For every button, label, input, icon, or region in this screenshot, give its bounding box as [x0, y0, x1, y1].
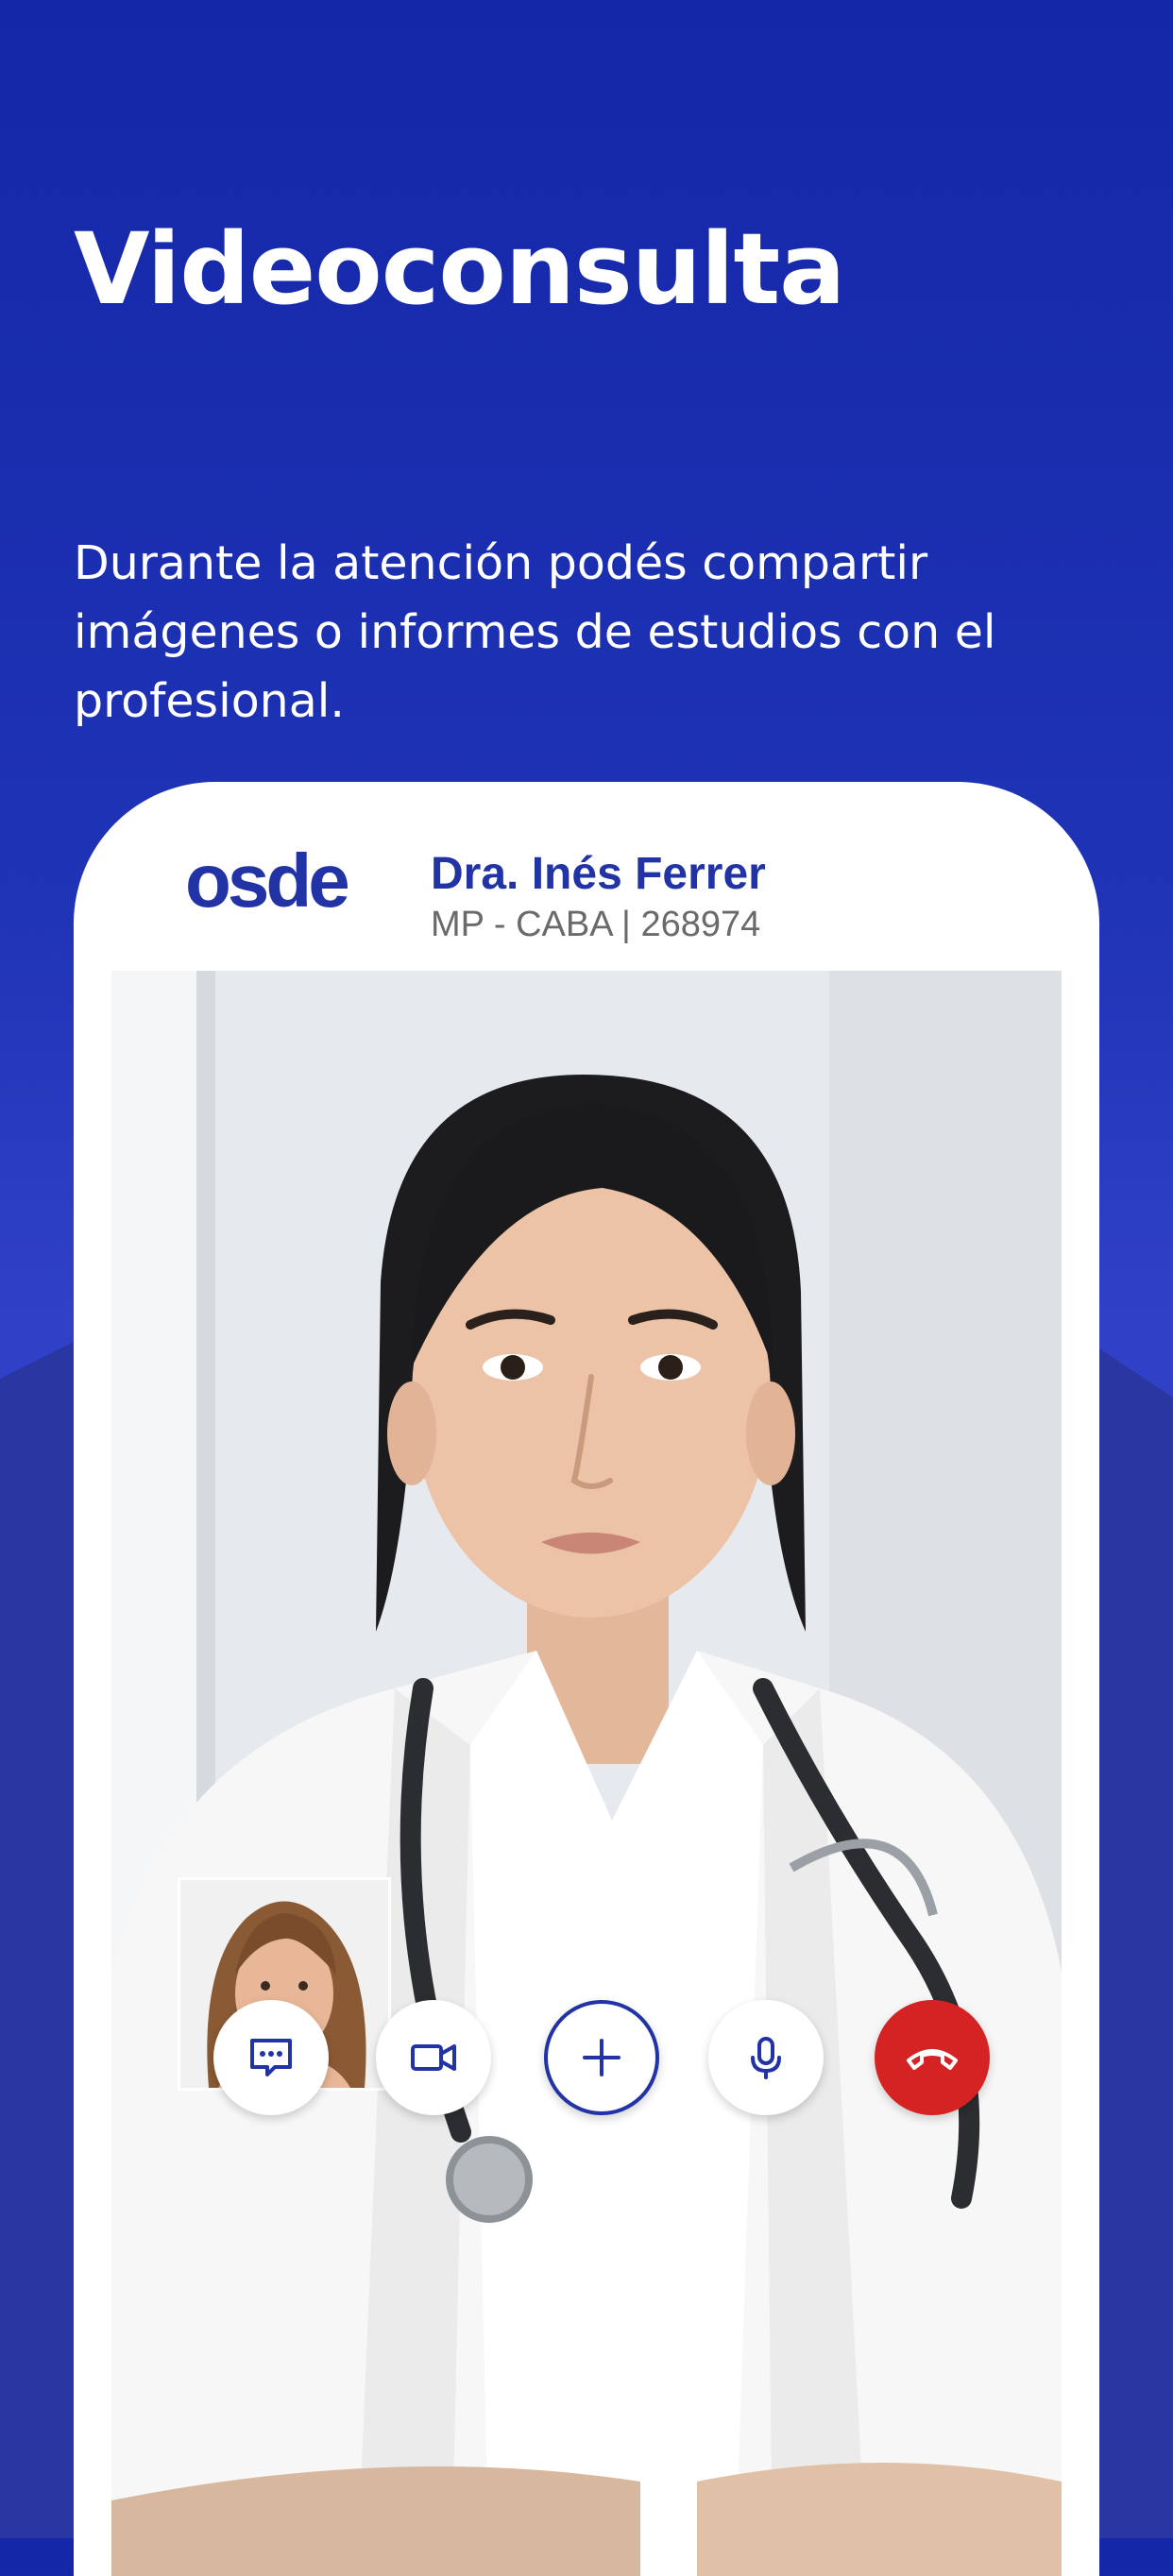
phone-mockup: osde Dra. Inés Ferrer MP - CABA | 268974	[74, 782, 1099, 2576]
page-title: Videoconsulta	[74, 212, 845, 327]
hang-up-button[interactable]	[875, 2000, 990, 2115]
camera-button[interactable]	[376, 2000, 491, 2115]
phone-hangup-icon	[907, 2049, 958, 2070]
page-description: Durante la atención podés compartir imág…	[74, 536, 996, 728]
chat-icon	[250, 2039, 292, 2076]
microphone-icon	[751, 2037, 781, 2079]
microphone-button[interactable]	[708, 2000, 824, 2115]
add-button[interactable]	[544, 2000, 659, 2115]
doctor-name: Dra. Inés Ferrer	[431, 849, 766, 899]
chat-button[interactable]	[213, 2000, 329, 2115]
video-camera-icon	[411, 2044, 456, 2071]
remote-video-feed	[111, 971, 1062, 2576]
plus-icon	[583, 2039, 620, 2076]
osde-logo-text: osde	[185, 840, 348, 923]
call-header: osde Dra. Inés Ferrer MP - CABA | 268974	[74, 782, 1099, 971]
osde-logo: osde	[185, 840, 351, 923]
call-controls	[74, 2000, 1099, 2123]
doctor-credentials: MP - CABA | 268974	[431, 905, 761, 944]
doctor-video-image	[111, 971, 1062, 2576]
